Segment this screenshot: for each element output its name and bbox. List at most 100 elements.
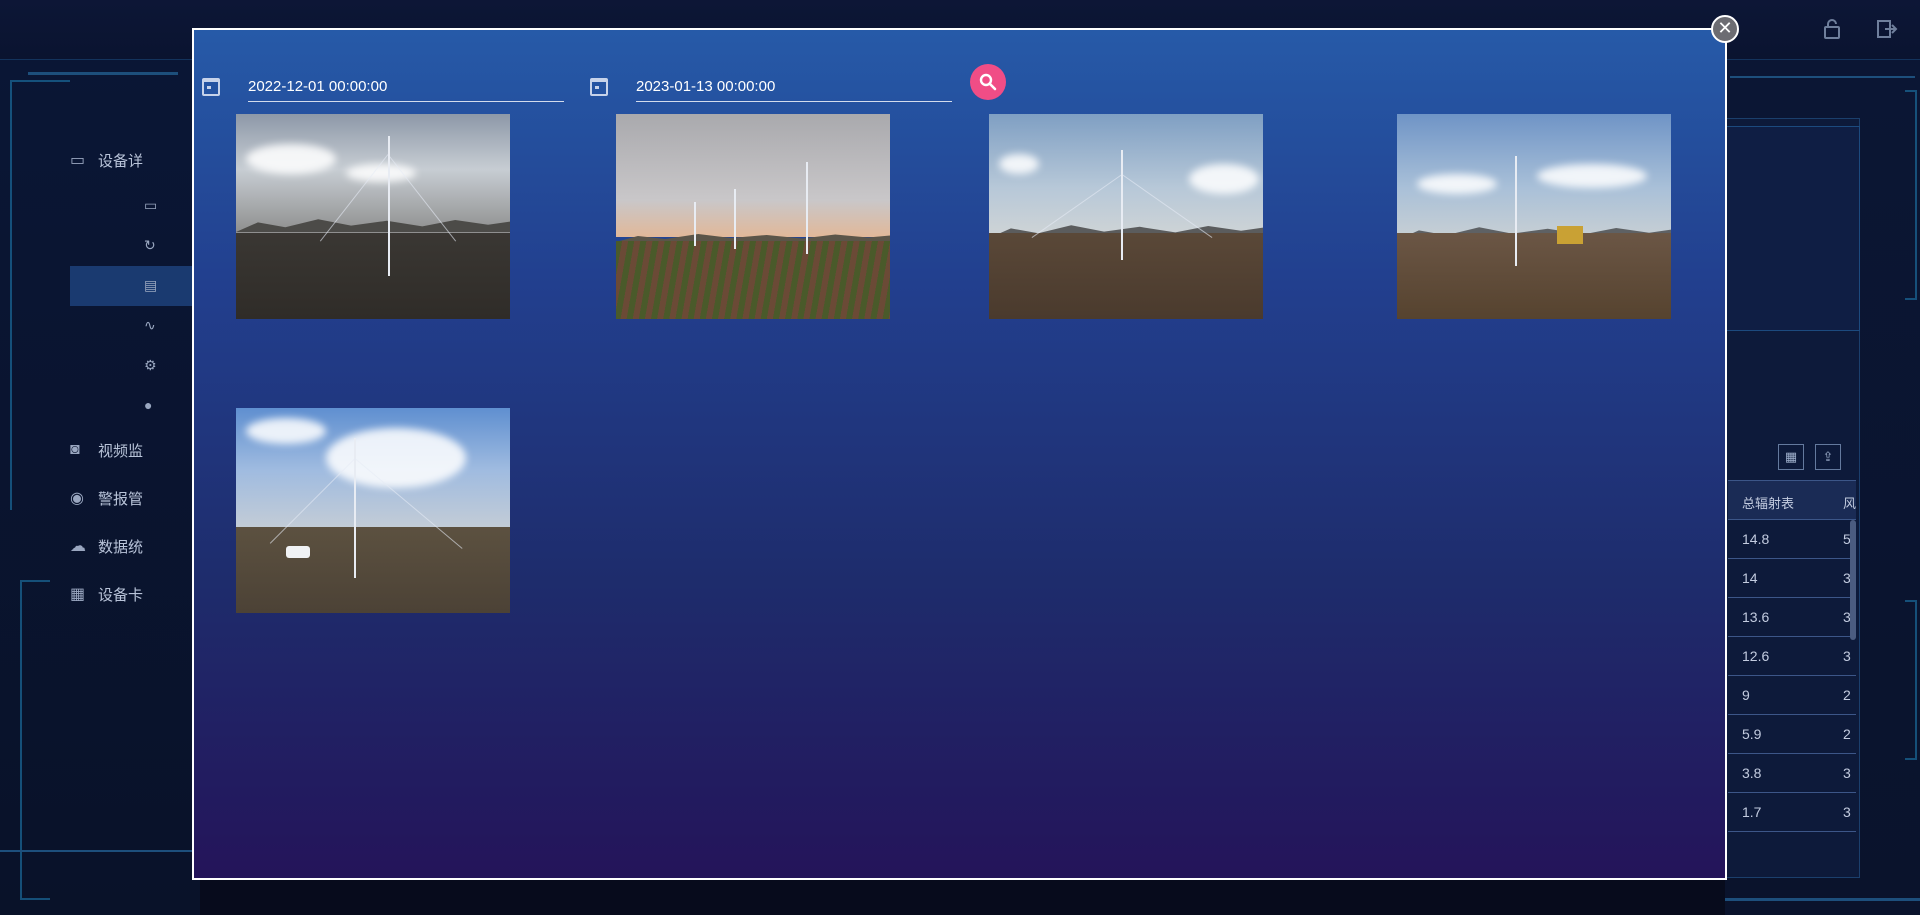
photo-sky — [616, 114, 890, 237]
grid-icon: ▦ — [1784, 449, 1798, 464]
photo-cloud — [346, 164, 416, 182]
start-date-field — [202, 52, 582, 108]
photo-thumbnail[interactable] — [1397, 114, 1671, 319]
table-cell: 1.7 — [1742, 804, 1762, 820]
frame-decoration — [1725, 898, 1920, 901]
monitor-icon: ▤ — [144, 276, 158, 293]
nav-subitem-refresh[interactable]: ↻ — [70, 225, 210, 265]
frame-decoration — [1905, 600, 1917, 760]
column-header: 风 — [1843, 496, 1857, 511]
cloud-icon: ☁ — [70, 538, 86, 555]
nav-item-label: 设备卡 — [98, 586, 144, 604]
nav-item-label: 警报管 — [98, 490, 144, 508]
nav-item-label: 设备详 — [98, 152, 144, 170]
nav-item-device-card[interactable]: ▦ 设备卡 — [70, 574, 210, 614]
table-cell: 2 — [1843, 687, 1851, 703]
nav-item-statistics[interactable]: ☁ 数据统 — [70, 526, 210, 566]
user-circle-icon: ◉ — [70, 490, 84, 507]
photo-excavator — [1557, 226, 1583, 244]
calendar-icon[interactable] — [202, 78, 220, 96]
table-cell: 3 — [1843, 648, 1851, 664]
photo-mast — [1121, 150, 1123, 260]
column-header: 总辐射表 — [1742, 496, 1795, 511]
table-row: 13.6 3 — [1728, 598, 1856, 637]
table-row: 1.7 3 — [1728, 793, 1856, 832]
table-row: 5.9 2 — [1728, 715, 1856, 754]
table-cell: 3.8 — [1742, 765, 1762, 781]
frame-decoration — [1905, 90, 1917, 300]
photo-cloud — [1537, 164, 1647, 188]
photo-thumbnail[interactable] — [989, 114, 1263, 319]
photo-ground — [236, 232, 510, 319]
lock-icon[interactable] — [1820, 18, 1844, 42]
nav-subitem-trend[interactable]: ∿ — [70, 305, 210, 345]
nav-subitem-location[interactable]: ● — [70, 385, 210, 425]
photo-cloud — [999, 154, 1039, 174]
photo-mast — [694, 202, 696, 246]
table-row: 3.8 3 — [1728, 754, 1856, 793]
devices-icon: ▭ — [144, 196, 158, 213]
nav-item-alarm[interactable]: ◉ 警报管 — [70, 478, 210, 518]
logout-icon[interactable] — [1875, 18, 1899, 42]
photo-cloud — [246, 144, 336, 174]
trend-icon: ∿ — [144, 316, 156, 333]
nav-subitem-settings[interactable]: ⚙ — [70, 345, 210, 385]
search-icon — [979, 73, 997, 91]
table-row: 14.8 5 — [1728, 520, 1856, 559]
photo-mast — [1515, 156, 1517, 266]
devices-icon: ▭ — [70, 152, 86, 169]
table-cell: 2 — [1843, 726, 1851, 742]
nav-item-label: 视频监 — [98, 442, 144, 460]
card-icon: ▦ — [70, 586, 86, 603]
photo-mast — [734, 189, 736, 249]
end-date-input[interactable] — [636, 72, 952, 102]
table-row: 9 2 — [1728, 676, 1856, 715]
table-cell: 5.9 — [1742, 726, 1762, 742]
table-row: 14 3 — [1728, 559, 1856, 598]
frame-decoration — [10, 80, 70, 510]
table-scrollbar[interactable] — [1850, 520, 1856, 640]
table-cell: 3 — [1843, 765, 1851, 781]
frame-decoration — [28, 72, 178, 75]
frame-decoration — [20, 580, 50, 900]
refresh-icon: ↻ — [144, 236, 156, 253]
nav-subitem-monitor[interactable]: ▤ — [70, 265, 210, 305]
data-panel-chart — [1725, 126, 1860, 331]
nav-subitem-devices[interactable]: ▭ — [70, 185, 210, 225]
table-cell: 14 — [1742, 570, 1758, 586]
frame-decoration — [0, 850, 200, 852]
table-cell: 12.6 — [1742, 648, 1770, 664]
table-cell: 13.6 — [1742, 609, 1770, 625]
photo-cloud — [1189, 164, 1259, 194]
photo-cloud — [1417, 174, 1497, 194]
table-cell: 9 — [1742, 687, 1750, 703]
search-button[interactable] — [970, 64, 1006, 100]
nav-item-video[interactable]: ◙ 视频监 — [70, 430, 210, 470]
table-header: 总辐射表 风 — [1728, 480, 1856, 520]
end-date-field — [590, 52, 970, 108]
start-date-input[interactable] — [248, 72, 564, 102]
frame-decoration — [1730, 76, 1915, 78]
photo-thumbnail[interactable] — [236, 408, 510, 613]
grid-view-button[interactable]: ▦ — [1778, 444, 1804, 470]
close-modal-button[interactable]: ✕ — [1711, 15, 1739, 43]
calendar-icon[interactable] — [590, 78, 608, 96]
photo-mast — [806, 162, 808, 254]
table-row: 12.6 3 — [1728, 637, 1856, 676]
nav-item-label: 数据统 — [98, 538, 144, 556]
photo-vehicle — [286, 546, 310, 558]
nav-item-device-detail[interactable]: ▭ 设备详 — [70, 140, 210, 180]
photo-cloud — [246, 418, 326, 444]
export-button[interactable]: ⇪ — [1815, 444, 1841, 470]
photo-ground — [1397, 232, 1671, 319]
photo-gallery-modal — [192, 28, 1727, 880]
photo-thumbnail[interactable] — [616, 114, 890, 319]
photo-ground — [236, 526, 510, 613]
photo-thumbnail[interactable] — [236, 114, 510, 319]
gear-icon: ⚙ — [144, 356, 157, 373]
camera-icon: ◙ — [70, 441, 80, 458]
table-cell: 3 — [1843, 804, 1851, 820]
photo-ground — [616, 241, 890, 319]
export-icon: ⇪ — [1822, 449, 1834, 464]
location-pin-icon: ● — [144, 397, 153, 413]
